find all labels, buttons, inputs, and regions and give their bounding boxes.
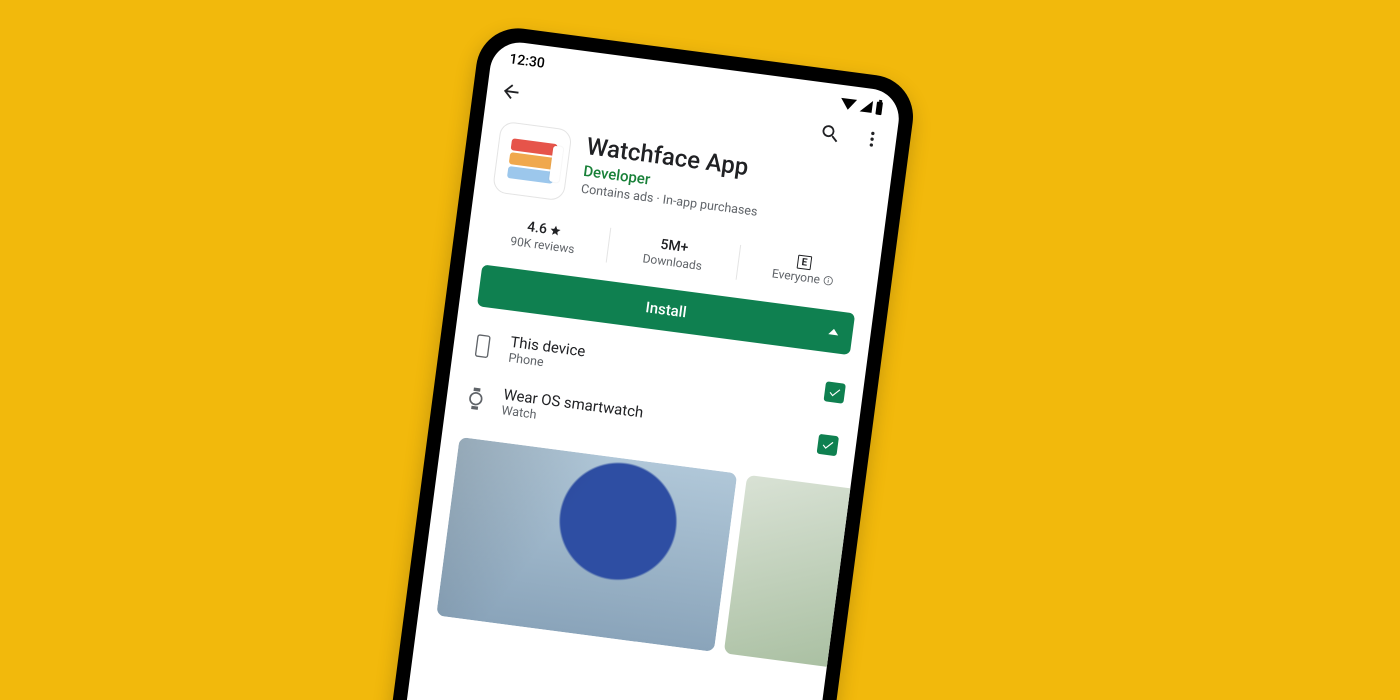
- promo-background: 12:30: [0, 0, 1400, 700]
- app-title-block: Watchface App Developer Contains ads · I…: [579, 132, 765, 227]
- more-vert-icon: [861, 128, 883, 150]
- install-label: Install: [645, 298, 688, 321]
- star-icon: [549, 224, 562, 237]
- device-checkbox[interactable]: [824, 381, 846, 403]
- battery-icon: [875, 101, 883, 115]
- check-icon: [820, 437, 836, 453]
- rating-value: 4.6: [526, 219, 548, 237]
- stat-rating[interactable]: 4.6 90K reviews: [477, 211, 610, 263]
- arrow-left-icon: [499, 79, 524, 104]
- search-button[interactable]: [817, 120, 844, 147]
- info-icon: [822, 275, 833, 286]
- phone-icon: [470, 332, 495, 359]
- search-icon: [818, 121, 843, 146]
- device-checkbox[interactable]: [817, 433, 839, 455]
- phone-screen: 12:30: [380, 39, 902, 700]
- status-time: 12:30: [508, 51, 545, 72]
- watch-icon: [463, 385, 488, 412]
- status-icons: [840, 96, 883, 114]
- phone-mockup: 12:30: [364, 23, 918, 700]
- app-icon: [492, 121, 573, 202]
- wifi-icon: [840, 97, 857, 110]
- content-rating-badge: E: [797, 255, 813, 271]
- cellular-icon: [860, 99, 873, 112]
- check-icon: [827, 384, 843, 400]
- stat-content-rating[interactable]: E Everyone: [736, 245, 870, 297]
- screenshot-thumbnail[interactable]: [436, 437, 737, 652]
- stat-downloads[interactable]: 5M+ Downloads: [606, 228, 740, 280]
- overflow-menu-button[interactable]: [859, 126, 886, 153]
- chevron-up-icon: [828, 328, 839, 335]
- app-icon-graphic: [507, 138, 558, 184]
- back-button[interactable]: [498, 78, 525, 105]
